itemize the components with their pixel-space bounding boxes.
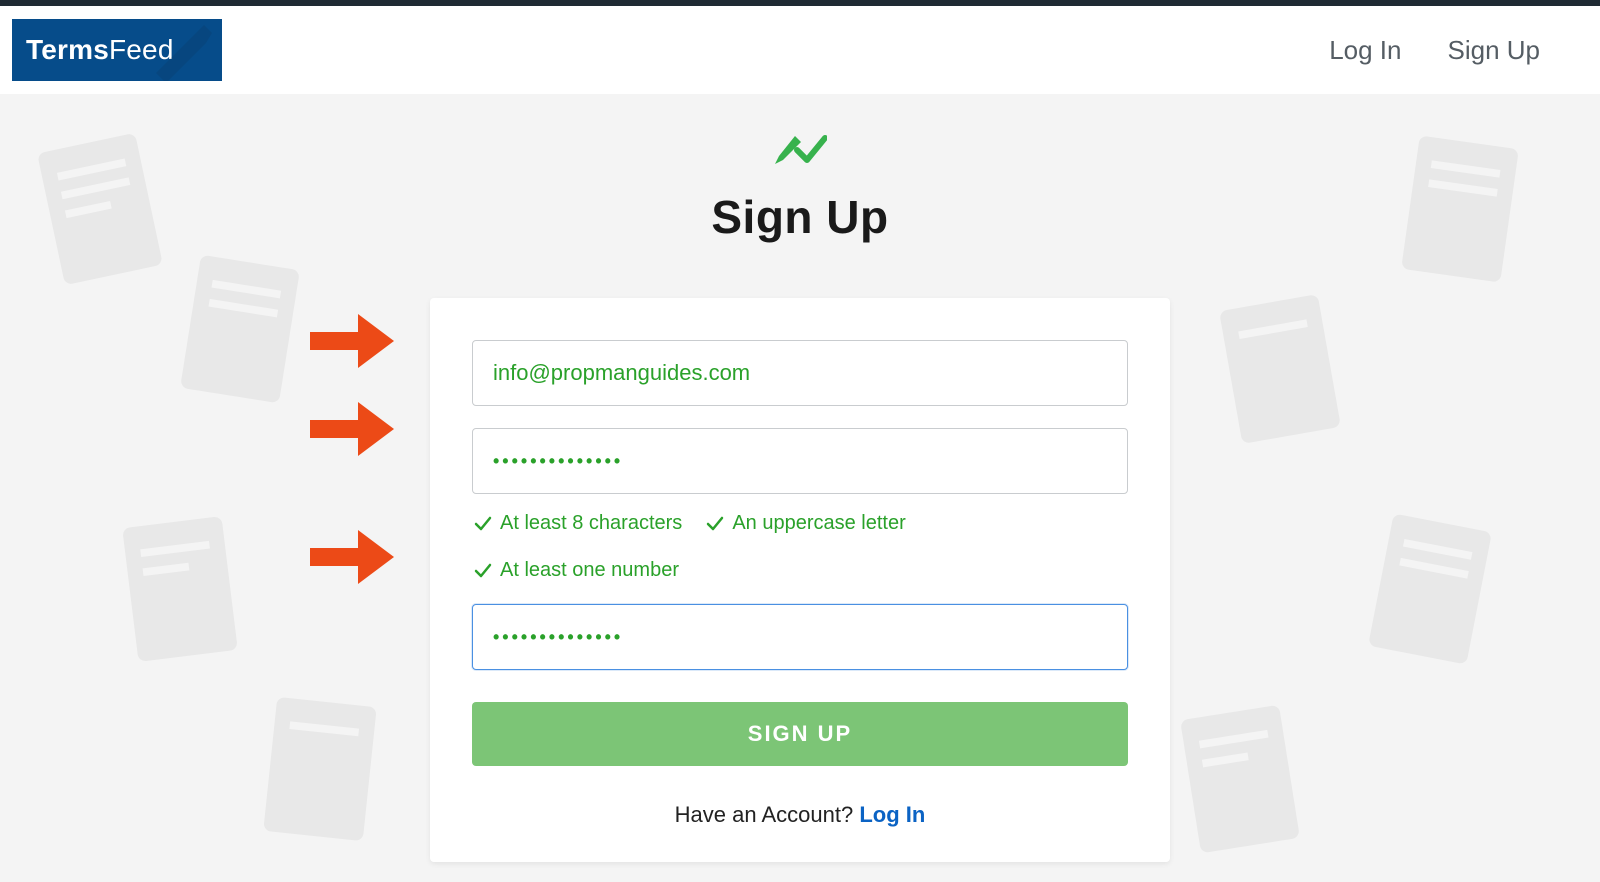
check-icon — [474, 515, 492, 533]
bg-doc-icon — [1208, 285, 1352, 454]
page-title: Sign Up — [0, 190, 1600, 244]
have-account-text: Have an Account? — [675, 802, 860, 827]
check-icon — [474, 562, 492, 580]
pw-req-number: At least one number — [474, 559, 679, 582]
password-field[interactable]: •••••••••••••• — [493, 451, 623, 472]
brand-logo[interactable]: TermsFeed — [12, 19, 222, 81]
hero-pen-check-icon — [0, 132, 1600, 166]
nav-signup-link[interactable]: Sign Up — [1448, 35, 1541, 66]
check-icon — [706, 515, 724, 533]
email-field[interactable] — [493, 341, 1107, 405]
bg-doc-icon — [111, 507, 248, 671]
bg-doc-icon — [1357, 504, 1503, 674]
pw-req-uppercase: An uppercase letter — [706, 512, 905, 535]
email-field-wrapper — [472, 340, 1128, 406]
password-requirements: At least 8 characters An uppercase lette… — [474, 512, 1128, 582]
nav-login-link[interactable]: Log In — [1329, 35, 1401, 66]
signup-card: •••••••••••••• At least 8 characters An … — [430, 298, 1170, 862]
site-header: TermsFeed Log In Sign Up — [0, 6, 1600, 94]
pw-req-number-label: At least one number — [500, 559, 679, 582]
pw-req-uppercase-label: An uppercase letter — [732, 512, 905, 535]
confirm-password-field-wrapper: •••••••••••••• — [472, 604, 1128, 670]
annotation-arrow-icon — [310, 314, 394, 368]
main-content: Sign Up •••••••••••••• At least 8 charac… — [0, 94, 1600, 882]
bg-doc-icon — [252, 688, 387, 850]
header-nav: Log In Sign Up — [1329, 35, 1558, 66]
bg-doc-icon — [1169, 696, 1311, 863]
annotation-arrow-icon — [310, 402, 394, 456]
bg-doc-icon — [169, 246, 311, 413]
confirm-password-field[interactable]: •••••••••••••• — [493, 627, 623, 648]
pw-req-length: At least 8 characters — [474, 512, 682, 535]
logo-pen-icon — [146, 19, 216, 81]
have-account-row: Have an Account? Log In — [472, 802, 1128, 828]
login-link[interactable]: Log In — [859, 802, 925, 827]
password-field-wrapper: •••••••••••••• — [472, 428, 1128, 494]
brand-name-bold: Terms — [26, 34, 109, 66]
pw-req-length-label: At least 8 characters — [500, 512, 682, 535]
annotation-arrow-icon — [310, 530, 394, 584]
signup-button[interactable]: SIGN UP — [472, 702, 1128, 766]
